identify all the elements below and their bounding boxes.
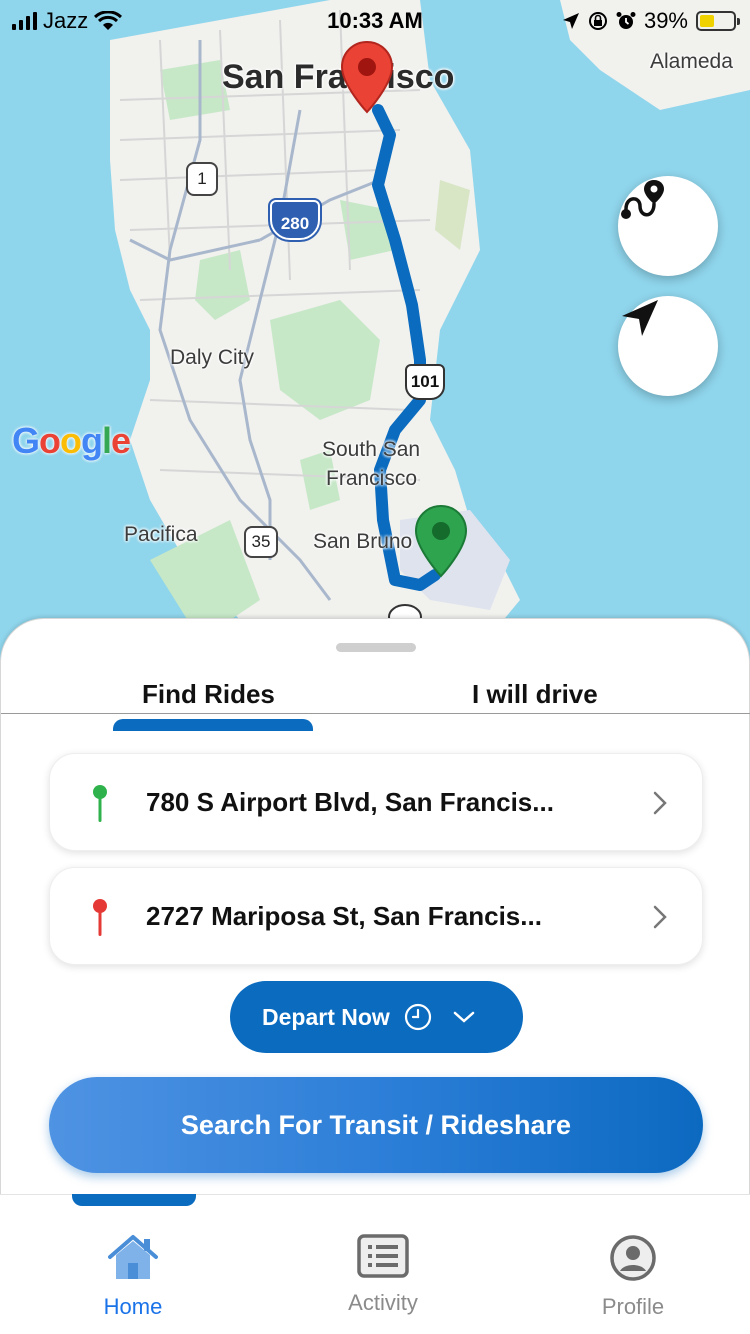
activity-list-icon — [357, 1234, 409, 1278]
nav-home[interactable]: Home — [58, 1233, 208, 1320]
map-view[interactable]: San Francisco Alameda Daly City South Sa… — [0, 0, 750, 660]
map-label-alameda: Alameda — [650, 50, 733, 73]
chevron-right-icon — [653, 791, 667, 815]
nav-profile-label: Profile — [601, 1294, 665, 1319]
navigation-arrow-icon — [622, 300, 658, 336]
clock-icon — [404, 1003, 431, 1031]
origin-marker-icon[interactable] — [414, 504, 468, 578]
battery-icon — [696, 11, 740, 31]
route-button[interactable] — [618, 176, 718, 276]
map-label-san-francisco: San Francisco — [222, 58, 455, 96]
depart-label: Depart Now — [262, 1003, 390, 1030]
route-icon — [621, 180, 664, 219]
location-services-icon — [562, 13, 579, 29]
destination-address: 2727 Mariposa St, San Francis... — [146, 900, 542, 931]
my-location-button[interactable] — [618, 296, 718, 396]
green-pin-icon — [93, 785, 107, 822]
nav-profile[interactable]: Profile — [558, 1233, 708, 1320]
home-active-indicator — [72, 1194, 196, 1206]
bottom-sheet: Find Rides I will drive 780 S Airport Bl… — [0, 618, 750, 1198]
red-pin-icon — [93, 899, 107, 936]
origin-address: 780 S Airport Blvd, San Francis... — [146, 786, 554, 817]
nav-activity[interactable]: Activity — [308, 1233, 458, 1316]
nav-activity-label: Activity — [348, 1290, 418, 1315]
search-transit-rideshare-button[interactable]: Search For Transit / Rideshare — [49, 1077, 703, 1173]
chevron-right-icon — [653, 905, 667, 929]
active-tab-indicator — [113, 719, 313, 731]
status-bar: Jazz 10:33 AM 39% — [0, 0, 750, 40]
tab-find-rides[interactable]: Find Rides — [142, 679, 275, 710]
highway-1-shield: 1 — [186, 162, 218, 196]
depart-time-selector[interactable]: Depart Now — [230, 981, 523, 1053]
status-right: 39% — [562, 8, 740, 34]
map-label-pacifica: Pacifica — [124, 523, 198, 546]
destination-location-field[interactable]: 2727 Mariposa St, San Francis... — [49, 867, 703, 965]
google-logo: Google — [12, 420, 131, 461]
battery-percent: 39% — [643, 8, 688, 33]
ride-mode-tabs: Find Rides I will drive — [1, 679, 750, 714]
map-label-south-sf-2: Francisco — [326, 467, 418, 490]
home-icon — [108, 1235, 158, 1279]
map-label-south-sf-1: South San — [322, 438, 421, 461]
bottom-navigation: Home Activity Profile — [0, 1194, 750, 1334]
destination-marker-icon[interactable] — [340, 40, 394, 114]
map-label-daly-city: Daly City — [170, 346, 255, 369]
interstate-280-shield: 280 — [270, 200, 320, 240]
sheet-drag-handle[interactable] — [336, 643, 416, 652]
nav-home-label: Home — [103, 1294, 163, 1319]
us-101-shield: 101 — [405, 364, 445, 400]
tab-i-will-drive[interactable]: I will drive — [472, 679, 598, 710]
orientation-lock-icon — [588, 12, 607, 30]
chevron-down-icon — [453, 1011, 475, 1023]
map-label-san-bruno: San Bruno — [313, 530, 413, 553]
origin-location-field[interactable]: 780 S Airport Blvd, San Francis... — [49, 753, 703, 851]
profile-icon — [610, 1235, 656, 1281]
alarm-icon — [616, 12, 636, 29]
highway-35-shield: 35 — [244, 526, 278, 558]
